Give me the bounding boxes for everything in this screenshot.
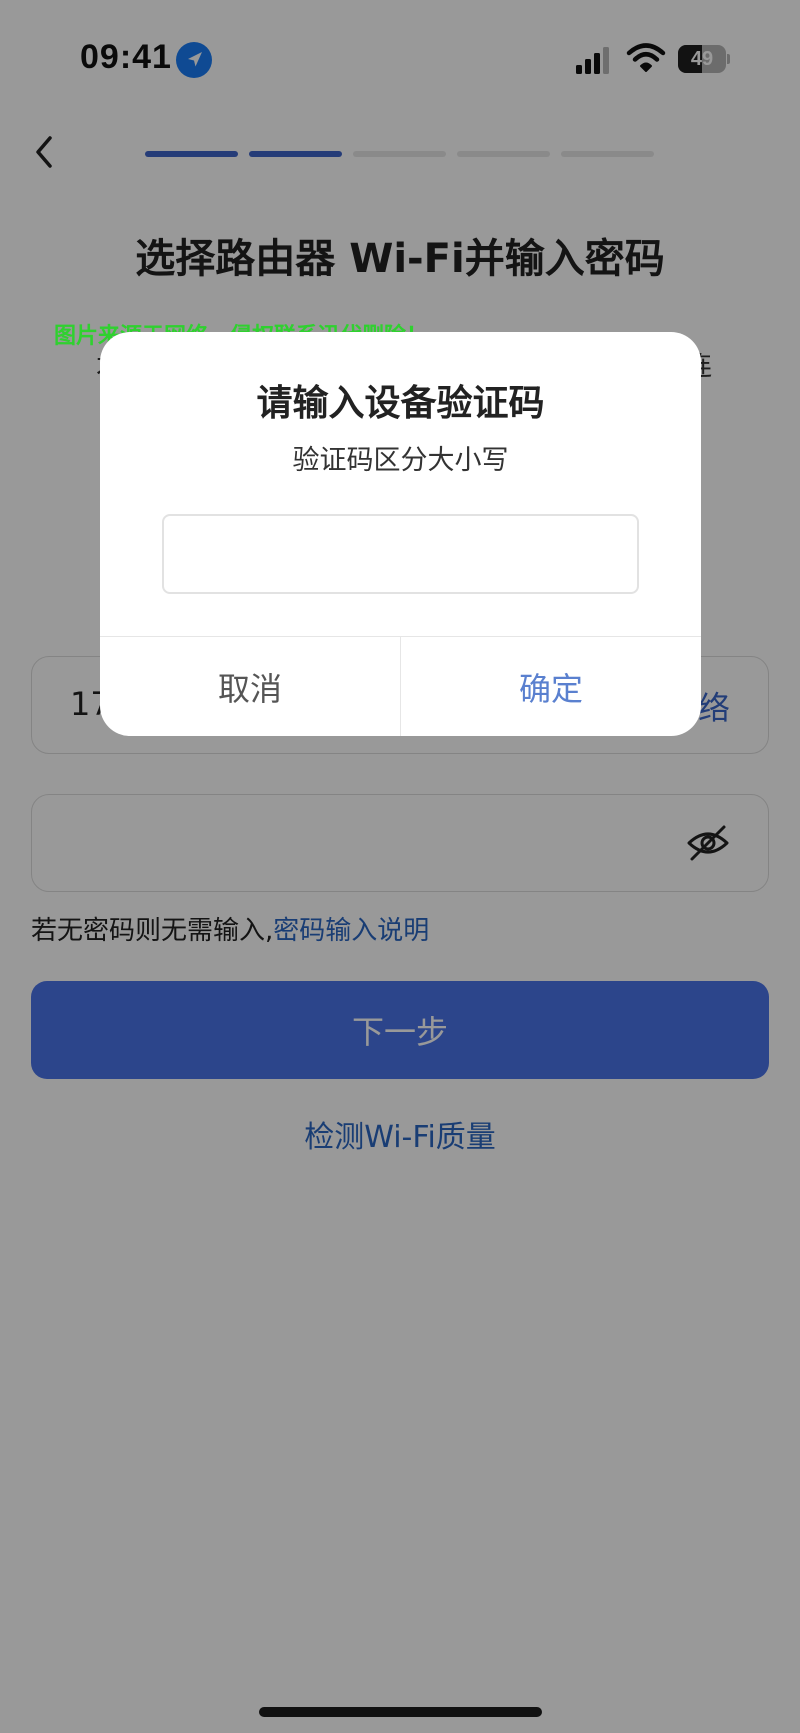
cancel-button[interactable]: 取消: [100, 637, 400, 736]
dialog-subtitle: 验证码区分大小写: [292, 445, 509, 476]
modal-overlay: [0, 0, 800, 1733]
dialog-title: 请输入设备验证码: [256, 383, 545, 424]
verification-code-input[interactable]: [162, 514, 639, 594]
home-indicator[interactable]: [259, 1707, 542, 1717]
confirm-button[interactable]: 确定: [401, 637, 701, 736]
verification-code-dialog: 请输入设备验证码 验证码区分大小写 取消 确定: [100, 332, 701, 736]
